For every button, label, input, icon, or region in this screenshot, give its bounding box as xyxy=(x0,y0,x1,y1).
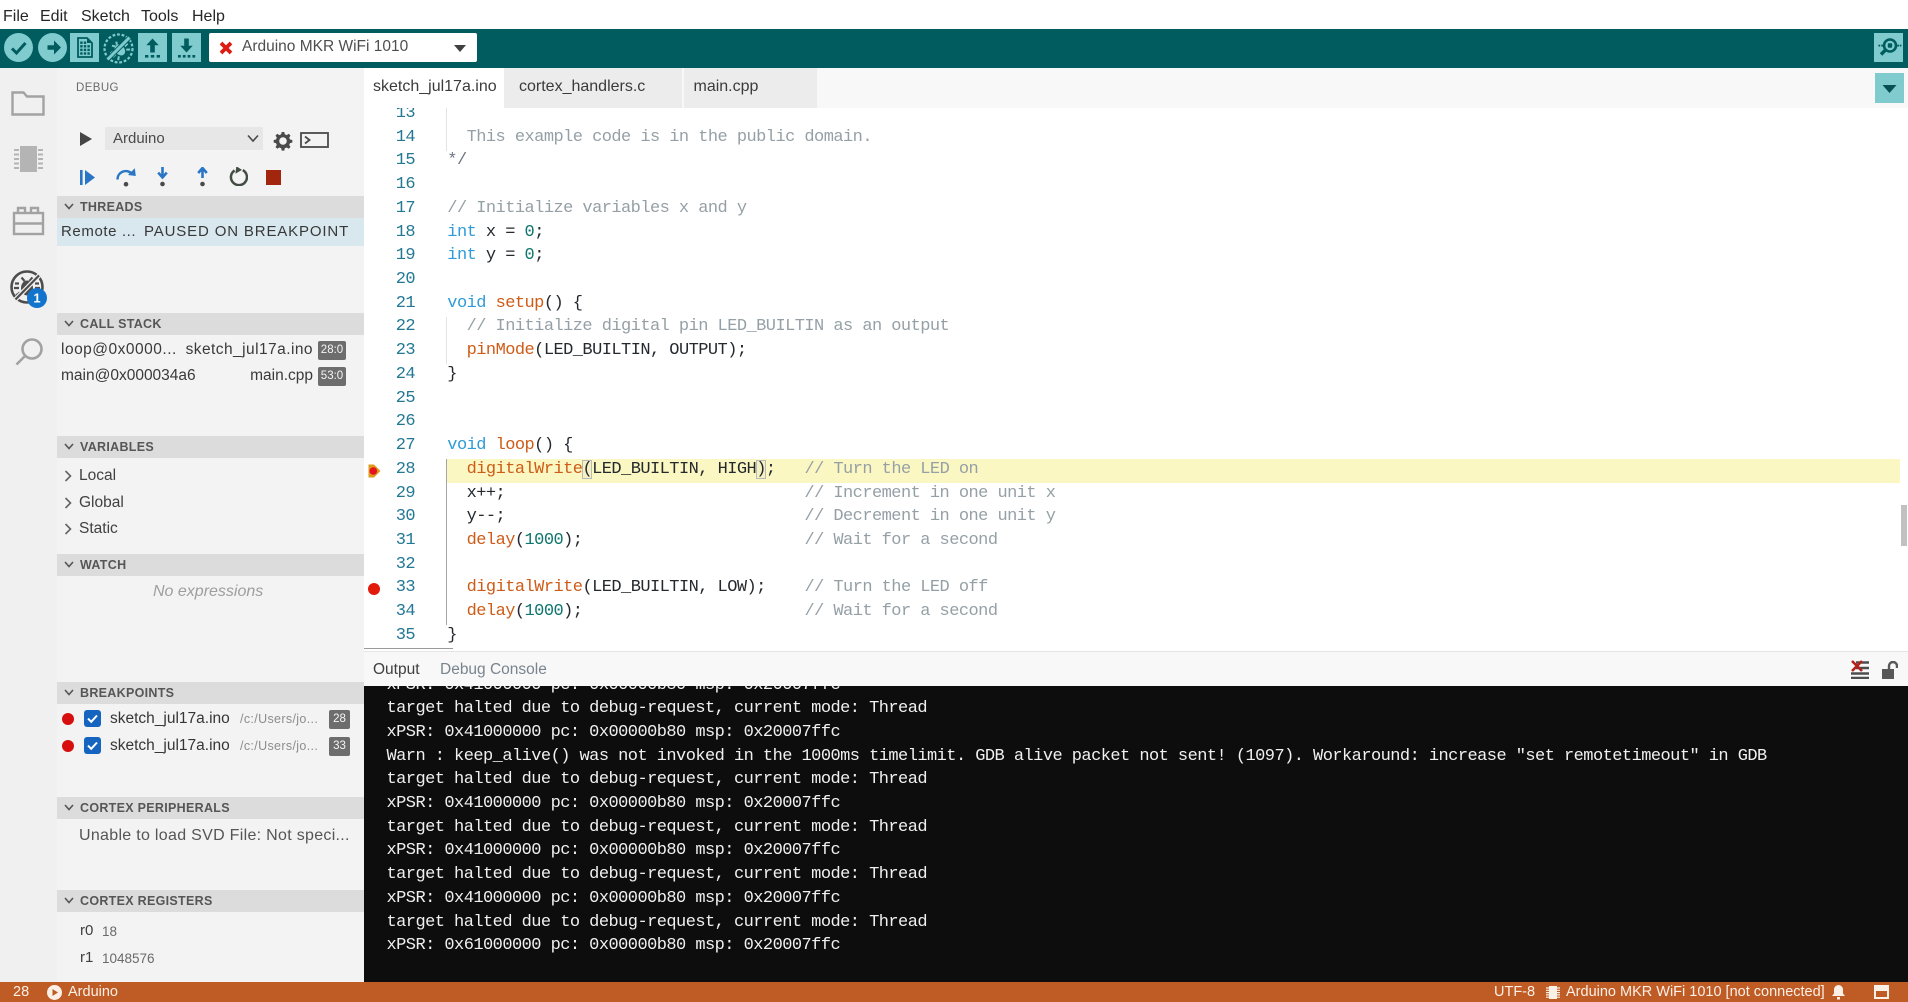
svg-text:1: 1 xyxy=(33,291,40,306)
